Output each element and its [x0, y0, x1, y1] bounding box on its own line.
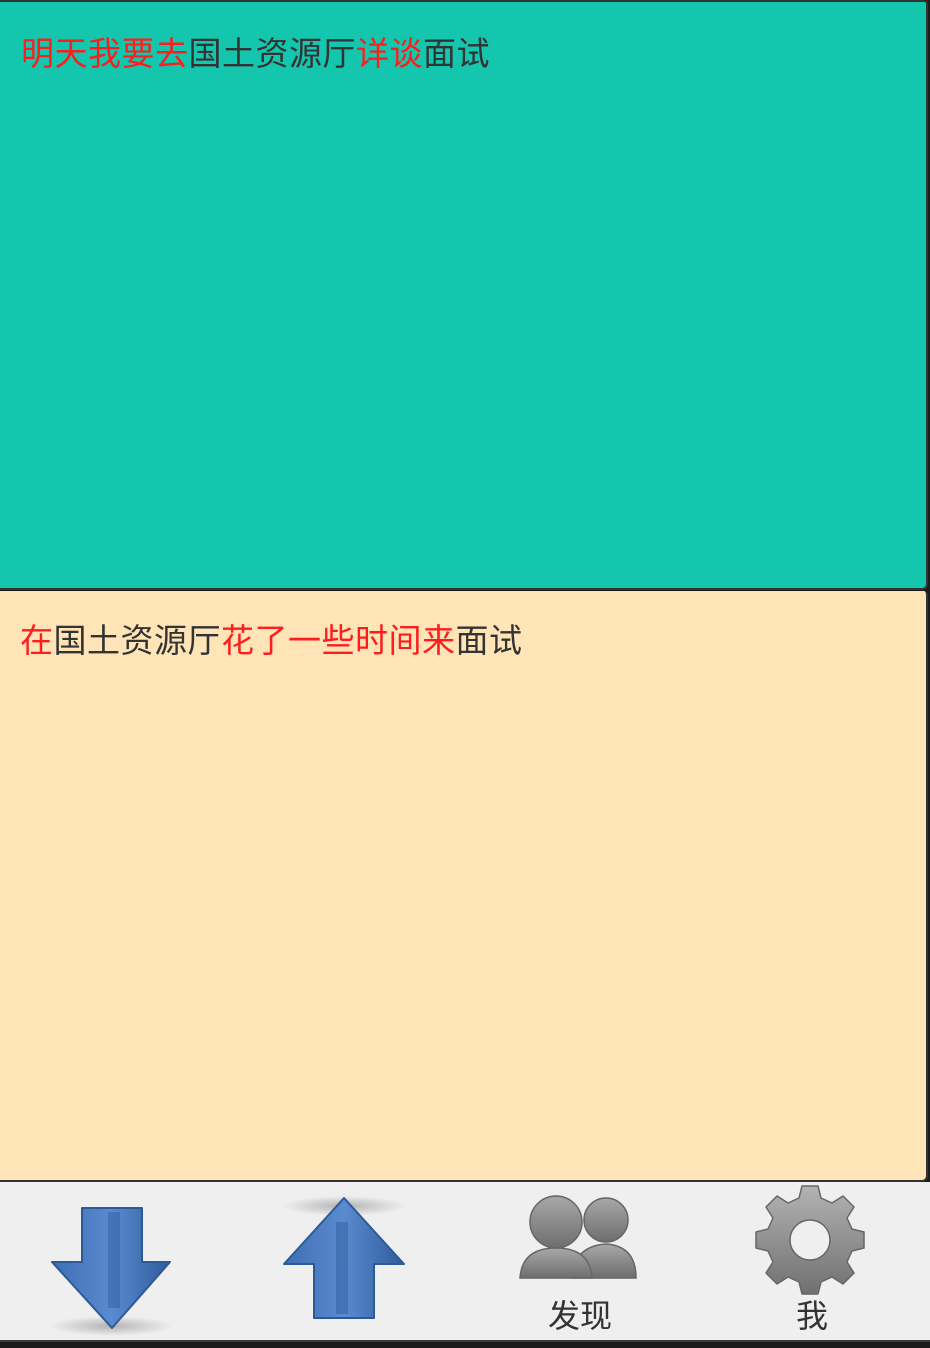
message-segment: 面试 — [455, 621, 523, 660]
message-segment: 在 — [20, 621, 54, 660]
message-text-1: 明天我要去国土资源厅详谈面试 — [21, 32, 490, 76]
tab-label: 发现 — [547, 1297, 612, 1335]
tab-arrow-up[interactable] — [232, 1182, 464, 1342]
arrow-up-icon — [282, 1196, 406, 1319]
message-segment: 详谈 — [356, 34, 423, 73]
message-segment: 明天我要去 — [21, 34, 189, 73]
tab-arrow-down[interactable] — [0, 1182, 232, 1342]
arrow-down-icon — [49, 1207, 173, 1336]
message-segment: 花了一些时间来 — [221, 621, 456, 660]
message-text-2: 在国土资源厅花了一些时间来面试 — [20, 619, 523, 663]
message-segment: 面试 — [423, 34, 490, 73]
tab-label: 我 — [795, 1297, 828, 1335]
message-card-2[interactable]: 在国土资源厅花了一些时间来面试 — [0, 591, 928, 1182]
tab-discover[interactable]: 发现 — [464, 1182, 696, 1342]
message-segment: 国土资源厅 — [53, 621, 221, 660]
message-segment: 国土资源厅 — [188, 34, 356, 73]
message-card-1[interactable]: 明天我要去国土资源厅详谈面试 — [0, 0, 928, 590]
tab-me[interactable]: 我 — [696, 1182, 928, 1342]
app-screen: 明天我要去国土资源厅详谈面试 在国土资源厅花了一些时间来面试 发现 我 — [0, 0, 930, 1348]
bottom-tab-bar: 发现 我 — [0, 1182, 930, 1342]
